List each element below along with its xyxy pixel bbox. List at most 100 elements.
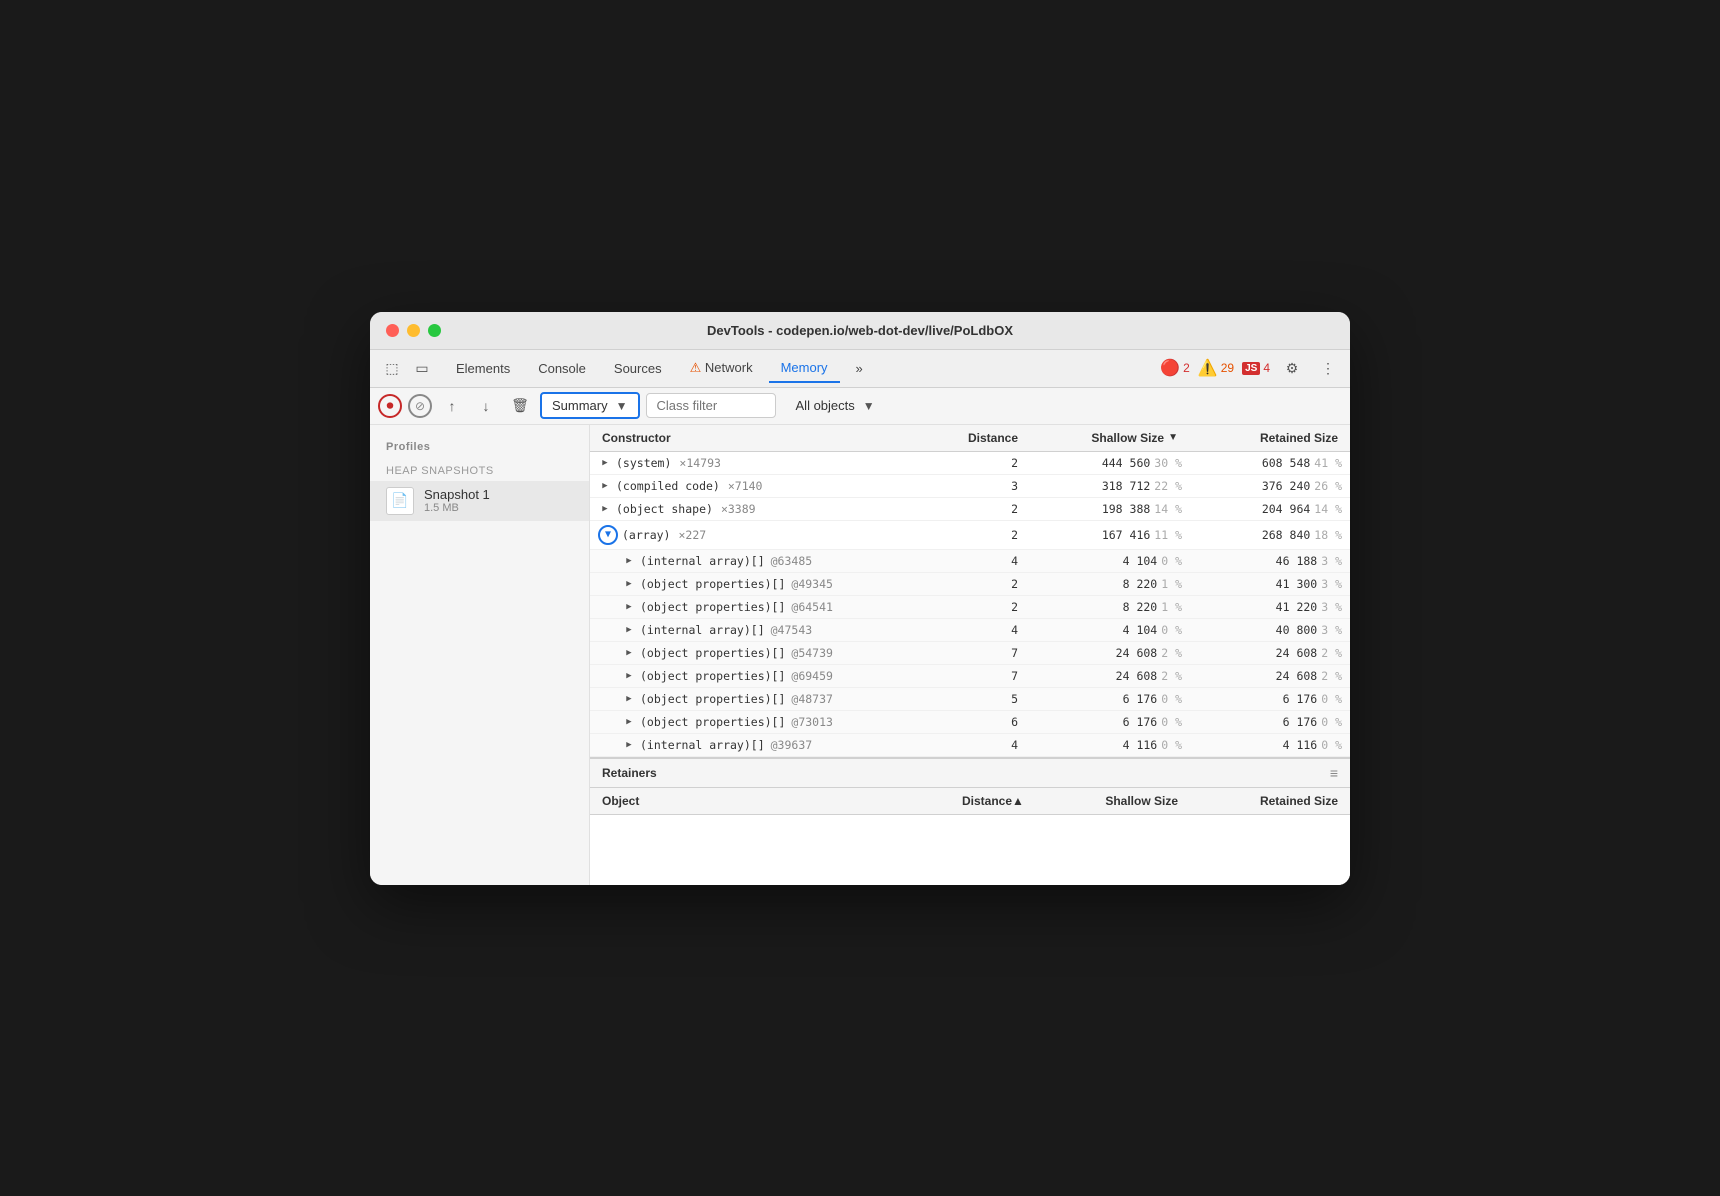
expand-icon[interactable]: ▶ xyxy=(622,646,636,660)
expand-icon[interactable]: ▼ xyxy=(598,525,618,545)
expand-icon[interactable]: ▶ xyxy=(598,456,612,470)
row-name: (compiled code) xyxy=(616,479,720,493)
retainers-header-retained[interactable]: Retained Size xyxy=(1190,788,1350,814)
collect-garbage-icon[interactable]: 🗑 xyxy=(506,392,534,420)
expand-icon[interactable]: ▶ xyxy=(622,577,636,591)
retainers-header-object[interactable]: Object xyxy=(590,788,950,814)
traffic-lights xyxy=(386,324,441,337)
row-id: @54739 xyxy=(791,646,833,660)
expand-icon[interactable]: ▶ xyxy=(622,692,636,706)
js-error-badge[interactable]: JS 4 xyxy=(1242,361,1270,375)
download-icon[interactable]: ↓ xyxy=(472,392,500,420)
device-toolbar-icon[interactable]: ▭ xyxy=(408,354,436,382)
row-count: ×7140 xyxy=(728,479,763,493)
error-count: 2 xyxy=(1183,361,1190,375)
tab-network[interactable]: ⚠ Network xyxy=(678,354,765,382)
row-retained: 4 1160 % xyxy=(1190,734,1350,756)
row-name: (object properties)[] xyxy=(640,646,785,660)
row-retained: 24 6082 % xyxy=(1190,665,1350,687)
expand-icon[interactable]: ▶ xyxy=(622,715,636,729)
expand-icon[interactable]: ▶ xyxy=(598,479,612,493)
row-distance: 4 xyxy=(950,619,1030,641)
row-distance: 7 xyxy=(950,642,1030,664)
minimize-button[interactable] xyxy=(407,324,420,337)
row-name: (internal array)[] xyxy=(640,623,765,637)
expand-icon[interactable]: ▶ xyxy=(622,669,636,683)
secondary-toolbar: ⏺ ⊘ ↑ ↓ 🗑 Summary ▼ All objects ▼ xyxy=(370,388,1350,425)
row-constructor: ▶ (internal array)[] @47543 xyxy=(590,619,950,641)
tab-console[interactable]: Console xyxy=(526,355,598,382)
row-distance: 5 xyxy=(950,688,1030,710)
main-content: Constructor Distance Shallow Size ▼ Reta… xyxy=(590,425,1350,885)
summary-dropdown[interactable]: Summary ▼ xyxy=(540,392,640,419)
row-retained: 40 8003 % xyxy=(1190,619,1350,641)
row-shallow: 6 1760 % xyxy=(1030,688,1190,710)
row-count: ×3389 xyxy=(721,502,756,516)
warning-badge[interactable]: ⚠️ 29 xyxy=(1198,358,1234,378)
table-row: ▶ (object properties)[] @48737 5 6 1760 … xyxy=(590,688,1350,711)
row-retained: 41 2203 % xyxy=(1190,596,1350,618)
header-constructor[interactable]: Constructor xyxy=(590,425,950,451)
tab-more[interactable]: » xyxy=(844,355,875,382)
row-distance: 2 xyxy=(950,452,1030,474)
table-row: ▶ (compiled code) ×7140 3 318 71222 % 37… xyxy=(590,475,1350,498)
tab-elements[interactable]: Elements xyxy=(444,355,522,382)
summary-dropdown-arrow: ▼ xyxy=(616,399,628,413)
retainers-section: Retainers ≡ Object Distance▲ Shallow Siz… xyxy=(590,757,1350,885)
more-options-icon[interactable]: ⋮ xyxy=(1314,354,1342,382)
row-constructor: ▼ (array) ×227 xyxy=(590,521,950,549)
settings-icon[interactable]: ⚙ xyxy=(1278,354,1306,382)
expand-icon[interactable]: ▶ xyxy=(622,738,636,752)
row-name: (object properties)[] xyxy=(640,692,785,706)
row-distance: 2 xyxy=(950,524,1030,546)
sidebar: Profiles HEAP SNAPSHOTS 📄 Snapshot 1 1.5… xyxy=(370,425,590,885)
record-button[interactable]: ⏺ xyxy=(378,394,402,418)
table-body: ▶ (system) ×14793 2 444 56030 % 608 5484… xyxy=(590,452,1350,757)
expand-icon[interactable]: ▶ xyxy=(622,554,636,568)
header-distance[interactable]: Distance xyxy=(950,425,1030,451)
heap-snapshots-label: HEAP SNAPSHOTS xyxy=(370,457,589,481)
inspect-element-icon[interactable]: ⬚ xyxy=(378,354,406,382)
expand-icon[interactable]: ▶ xyxy=(622,600,636,614)
class-filter-input[interactable] xyxy=(646,393,776,418)
row-retained: 6 1760 % xyxy=(1190,711,1350,733)
row-id: @73013 xyxy=(791,715,833,729)
expand-icon[interactable]: ▶ xyxy=(622,623,636,637)
retainers-menu-icon[interactable]: ≡ xyxy=(1330,765,1338,781)
snapshot-size: 1.5 MB xyxy=(424,502,490,514)
row-id: @69459 xyxy=(791,669,833,683)
header-retained[interactable]: Retained Size xyxy=(1190,425,1350,451)
row-shallow: 6 1760 % xyxy=(1030,711,1190,733)
retainers-header-distance[interactable]: Distance▲ xyxy=(950,788,1030,814)
all-objects-dropdown[interactable]: All objects ▼ xyxy=(786,394,885,417)
close-button[interactable] xyxy=(386,324,399,337)
row-id: @39637 xyxy=(771,738,813,752)
row-constructor: ▶ (object properties)[] @73013 xyxy=(590,711,950,733)
maximize-button[interactable] xyxy=(428,324,441,337)
js-error-icon: JS xyxy=(1242,362,1260,375)
retainers-header: Retainers ≡ xyxy=(590,759,1350,788)
row-distance: 7 xyxy=(950,665,1030,687)
upload-icon[interactable]: ↑ xyxy=(438,392,466,420)
row-retained: 46 1883 % xyxy=(1190,550,1350,572)
table-row: ▼ (array) ×227 2 167 41611 % 268 84018 % xyxy=(590,521,1350,550)
header-shallow[interactable]: Shallow Size ▼ xyxy=(1030,425,1190,451)
network-warning-icon: ⚠ xyxy=(690,360,702,375)
row-count: ×227 xyxy=(678,528,706,542)
expand-icon[interactable]: ▶ xyxy=(598,502,612,516)
tab-memory[interactable]: Memory xyxy=(769,354,840,383)
row-retained: 376 24026 % xyxy=(1190,475,1350,497)
tab-sources[interactable]: Sources xyxy=(602,355,674,382)
retainers-header-shallow: Shallow Size xyxy=(1030,788,1190,814)
row-id: @64541 xyxy=(791,600,833,614)
retainers-table-header: Object Distance▲ Shallow Size Retained S… xyxy=(590,788,1350,815)
table-row: ▶ (object properties)[] @54739 7 24 6082… xyxy=(590,642,1350,665)
error-badge[interactable]: 🔴 2 xyxy=(1160,358,1190,378)
row-shallow: 4 1160 % xyxy=(1030,734,1190,756)
snapshot-item[interactable]: 📄 Snapshot 1 1.5 MB xyxy=(370,481,589,521)
clear-button[interactable]: ⊘ xyxy=(408,394,432,418)
all-objects-arrow: ▼ xyxy=(863,399,875,413)
main-toolbar: ⬚ ▭ Elements Console Sources ⚠ Network M… xyxy=(370,350,1350,388)
all-objects-label: All objects xyxy=(796,398,855,413)
row-distance: 2 xyxy=(950,573,1030,595)
